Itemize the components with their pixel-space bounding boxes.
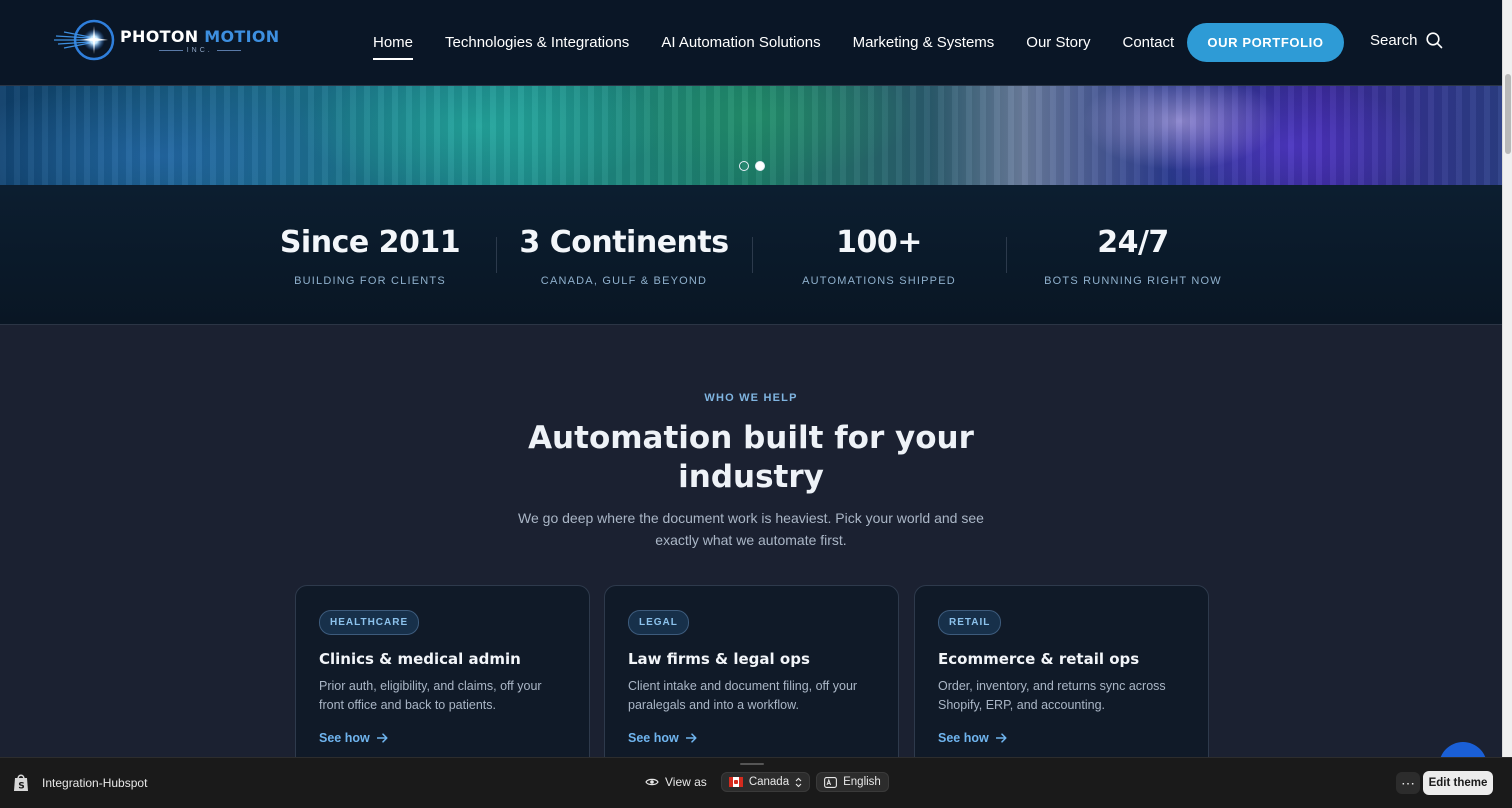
stat-label: BUILDING FOR CLIENTS	[294, 275, 446, 287]
industry-card-legal[interactable]: LEGAL Law firms & legal ops Client intak…	[604, 585, 899, 775]
stat-label: BOTS RUNNING RIGHT NOW	[1044, 275, 1222, 287]
theme-preview-bar: S Integration-Hubspot View as Canada Eng…	[0, 757, 1512, 808]
ellipsis-icon: ⋯	[1401, 774, 1415, 791]
stat-divider	[752, 237, 753, 273]
stat-value: 24/7	[1097, 225, 1169, 260]
portfolio-button[interactable]: OUR PORTFOLIO	[1187, 23, 1344, 62]
search-label: Search	[1370, 32, 1418, 49]
drag-handle[interactable]	[740, 763, 764, 765]
chevron-updown-icon	[795, 777, 802, 787]
card-description: Order, inventory, and returns sync acros…	[938, 679, 1166, 712]
language-value: English	[843, 776, 881, 788]
brand-name: PHOTON MOTION	[120, 26, 280, 46]
slide-dot-1[interactable]	[739, 161, 749, 171]
industry-tag: LEGAL	[628, 610, 689, 635]
section-subtext: We go deep where the document work is he…	[518, 510, 984, 548]
translate-icon	[824, 776, 838, 788]
section-heading: Automation built for your industry	[528, 420, 974, 495]
page: PHOTON MOTION INC. Home Technologies & I…	[0, 0, 1512, 808]
brand-logo[interactable]: PHOTON MOTION INC.	[54, 18, 280, 62]
stat-item: 3 Continents CANADA, GULF & BEYOND	[504, 225, 744, 287]
nav-item-technologies[interactable]: Technologies & Integrations	[445, 34, 629, 55]
stat-divider	[1006, 237, 1007, 273]
stat-value: 3 Continents	[519, 225, 729, 260]
card-title: Ecommerce & retail ops	[938, 650, 1140, 668]
stat-item: 100+ AUTOMATIONS SHIPPED	[759, 225, 999, 287]
more-options-button[interactable]: ⋯	[1396, 772, 1420, 794]
store-info: S Integration-Hubspot	[12, 773, 147, 793]
nav-item-home[interactable]: Home	[373, 34, 414, 60]
store-name: Integration-Hubspot	[42, 776, 148, 790]
canada-flag-icon	[728, 777, 743, 787]
language-selector[interactable]: English	[816, 772, 889, 792]
svg-text:S: S	[18, 782, 24, 792]
logo-mark-icon	[54, 18, 116, 62]
industry-tag: RETAIL	[938, 610, 1002, 635]
eye-icon	[645, 778, 659, 786]
slide-dot-2[interactable]	[755, 161, 765, 171]
brand-tagline: INC.	[159, 47, 241, 54]
arrow-right-icon	[995, 733, 1007, 743]
card-title: Law firms & legal ops	[628, 650, 810, 668]
hero-banner	[0, 86, 1502, 185]
stat-label: CANADA, GULF & BEYOND	[540, 275, 708, 287]
view-as-label: View as	[665, 775, 707, 789]
industry-card-retail[interactable]: RETAIL Ecommerce & retail ops Order, inv…	[914, 585, 1209, 775]
stat-label: AUTOMATIONS SHIPPED	[802, 275, 956, 287]
search-icon	[1425, 32, 1442, 49]
card-description: Client intake and document filing, off y…	[628, 679, 858, 712]
arrow-right-icon	[376, 733, 388, 743]
arrow-right-icon	[685, 733, 697, 743]
view-as-controls: View as Canada English	[645, 772, 889, 792]
nav-item-marketing[interactable]: Marketing & Systems	[853, 34, 995, 55]
main-nav: Home Technologies & Integrations AI Auto…	[373, 34, 1174, 60]
nav-item-contact[interactable]: Contact	[1122, 34, 1174, 55]
see-how-link[interactable]: See how	[319, 731, 566, 745]
edit-theme-button[interactable]: Edit theme	[1423, 771, 1493, 795]
stat-divider	[496, 237, 497, 273]
stat-item: Since 2011 BUILDING FOR CLIENTS	[250, 225, 490, 287]
scrollbar-thumb[interactable]	[1505, 74, 1511, 154]
see-how-link[interactable]: See how	[628, 731, 875, 745]
nav-item-our-story[interactable]: Our Story	[1026, 34, 1090, 55]
stat-item: 24/7 BOTS RUNNING RIGHT NOW	[1013, 225, 1253, 287]
industries-section: WHO WE HELP Automation built for your in…	[0, 325, 1502, 775]
country-value: Canada	[748, 776, 790, 788]
slide-indicators	[739, 161, 765, 171]
search-button[interactable]: Search	[1370, 32, 1443, 49]
see-how-link[interactable]: See how	[938, 731, 1185, 745]
site-header: PHOTON MOTION INC. Home Technologies & I…	[0, 0, 1502, 86]
card-title: Clinics & medical admin	[319, 650, 521, 668]
section-eyebrow: WHO WE HELP	[704, 392, 798, 404]
nav-item-ai-automation[interactable]: AI Automation Solutions	[661, 34, 820, 55]
page-scrollbar[interactable]	[1502, 0, 1512, 757]
industry-card-healthcare[interactable]: HEALTHCARE Clinics & medical admin Prior…	[295, 585, 590, 775]
country-selector[interactable]: Canada	[720, 772, 811, 792]
card-description: Prior auth, eligibility, and claims, off…	[319, 679, 542, 712]
shopify-bag-icon: S	[14, 774, 28, 792]
stat-value: 100+	[836, 225, 922, 260]
industry-tag: HEALTHCARE	[319, 610, 420, 635]
stats-band: Since 2011 BUILDING FOR CLIENTS 3 Contin…	[0, 185, 1502, 325]
stat-value: Since 2011	[279, 225, 461, 260]
